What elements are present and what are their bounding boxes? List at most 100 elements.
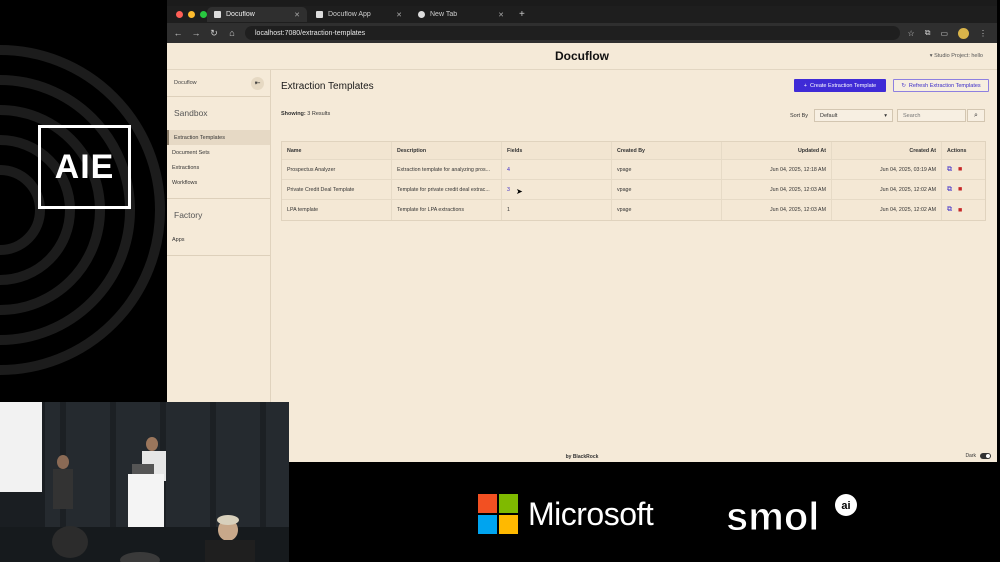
minimize-window-button[interactable] xyxy=(188,11,195,18)
cell-created-by: vpage xyxy=(612,200,722,220)
delete-trash-icon[interactable]: ■ xyxy=(958,166,962,173)
sidebar: Docuflow ⇤ Sandbox Extraction Templates … xyxy=(167,70,271,452)
search-icon: ⌕ xyxy=(974,111,978,119)
cell-description: Template for LPA extractions xyxy=(392,200,502,220)
cell-actions: ⧉ ■ xyxy=(942,180,987,199)
collapse-sidebar-icon[interactable]: ⇤ xyxy=(251,76,264,90)
profile-avatar[interactable] xyxy=(958,27,969,39)
table-row[interactable]: LPA template Template for LPA extraction… xyxy=(282,200,985,220)
smol-wordmark: smol xyxy=(726,495,819,539)
search-button[interactable]: ⌕ xyxy=(967,109,985,122)
column-header-description[interactable]: Description xyxy=(392,142,502,159)
column-header-created-by[interactable]: Created By xyxy=(612,142,722,159)
microsoft-sponsor-logo: Microsoft xyxy=(478,494,654,534)
table-row[interactable]: Private Credit Deal Template Template fo… xyxy=(282,180,985,200)
search-input[interactable] xyxy=(897,109,966,122)
cell-actions: ⧉ ■ xyxy=(942,160,987,179)
delete-trash-icon[interactable]: ■ xyxy=(958,186,962,193)
home-icon[interactable]: ⌂ xyxy=(227,28,237,38)
delete-trash-icon[interactable]: ■ xyxy=(958,207,962,214)
tab-close-icon[interactable]: ✕ xyxy=(396,11,402,19)
results-count: Showing: 3 Results xyxy=(281,111,330,117)
chrome-favicon-icon xyxy=(418,11,425,18)
background-rings-decoration xyxy=(0,45,165,375)
showing-value: 3 Results xyxy=(307,111,331,117)
close-window-button[interactable] xyxy=(176,11,183,18)
reload-icon[interactable]: ↻ xyxy=(209,28,219,39)
sidebar-item-extractions[interactable]: Extractions xyxy=(167,160,270,175)
sort-by-label: Sort By xyxy=(790,113,809,119)
app-body: Docuflow ⇤ Sandbox Extraction Templates … xyxy=(167,70,997,452)
tab-close-icon[interactable]: ✕ xyxy=(294,11,300,19)
column-header-fields[interactable]: Fields xyxy=(502,142,612,159)
sidebar-item-workflows[interactable]: Workflows xyxy=(167,175,270,190)
microsoft-grid-icon xyxy=(478,494,518,534)
sidebar-item-apps[interactable]: Apps xyxy=(167,232,270,247)
studio-project-label: Studio Project: hello xyxy=(934,53,983,59)
sort-by-select[interactable]: Default ▾ xyxy=(814,109,893,122)
browser-toolbar: ← → ↻ ⌂ localhost:7080/extraction-templa… xyxy=(167,23,997,43)
open-external-icon[interactable]: ⧉ xyxy=(947,206,952,214)
cell-created-by: vpage xyxy=(612,180,722,199)
sort-by-value: Default xyxy=(820,112,838,119)
cell-fields[interactable]: 1 xyxy=(502,200,612,220)
studio-project-selector[interactable]: ▾ Studio Project: hello xyxy=(930,53,983,59)
footer-credit: by BlackRock xyxy=(565,454,599,460)
maximize-window-button[interactable] xyxy=(200,11,207,18)
extensions-icon[interactable]: ⧉ xyxy=(925,28,931,38)
more-menu-icon[interactable]: ⋮ xyxy=(979,29,987,38)
sidebar-section-factory: Factory xyxy=(174,210,203,220)
tab-label: Docuflow App xyxy=(328,11,371,18)
showing-label: Showing: xyxy=(281,111,306,117)
column-header-actions: Actions xyxy=(947,147,967,154)
speaker-webcam-feed xyxy=(0,402,289,562)
templates-table: Name Description Fields Created By Updat… xyxy=(281,141,986,221)
sidebar-brand-label: Docuflow xyxy=(174,80,197,86)
new-tab-plus-icon[interactable]: + xyxy=(513,9,531,20)
docuflow-favicon-icon xyxy=(316,11,323,18)
aie-event-logo: AIE xyxy=(38,125,131,209)
dark-mode-label: Dark xyxy=(965,453,976,459)
sidebar-divider xyxy=(167,255,270,256)
bookmark-star-icon[interactable]: ☆ xyxy=(908,29,915,38)
refresh-extraction-templates-button[interactable]: ↻ Refresh Extraction Templates xyxy=(893,79,989,92)
create-button-label: Create Extraction Template xyxy=(809,82,877,89)
sidebar-item-extraction-templates[interactable]: Extraction Templates xyxy=(167,130,270,145)
column-header-name[interactable]: Name xyxy=(282,142,392,159)
cell-name: Prospectus Analyzer xyxy=(282,160,392,179)
sidepanel-icon[interactable]: ▭ xyxy=(940,29,948,38)
open-external-icon[interactable]: ⧉ xyxy=(947,186,952,194)
tab-label: Docuflow xyxy=(226,11,255,18)
cell-name: LPA template xyxy=(282,200,392,220)
browser-tab-new-tab[interactable]: New Tab ✕ xyxy=(411,7,511,22)
plus-icon: + xyxy=(803,82,807,89)
url-text: localhost:7080/extraction-templates xyxy=(255,29,366,37)
tab-close-icon[interactable]: ✕ xyxy=(498,11,504,19)
open-external-icon[interactable]: ⧉ xyxy=(947,166,952,174)
chevron-down-icon: ▾ xyxy=(884,112,887,119)
forward-arrow-icon[interactable]: → xyxy=(191,28,201,38)
docuflow-favicon-icon xyxy=(214,11,221,18)
cell-updated-at: Jun 04, 2025, 12:03 AM xyxy=(722,180,832,199)
create-extraction-template-button[interactable]: + Create Extraction Template xyxy=(794,79,886,92)
presentation-frame: AIE Docuflow ✕ Docuflow App ✕ New Tab ✕ … xyxy=(0,0,1000,562)
address-bar[interactable]: localhost:7080/extraction-templates xyxy=(245,26,900,40)
back-arrow-icon[interactable]: ← xyxy=(173,28,183,38)
browser-tab-docuflow[interactable]: Docuflow ✕ xyxy=(207,7,307,22)
dark-mode-toggle[interactable]: Dark xyxy=(965,453,991,459)
refresh-icon: ↻ xyxy=(901,82,906,89)
sidebar-item-document-sets[interactable]: Document Sets xyxy=(167,145,270,160)
cell-updated-at: Jun 04, 2025, 12:03 AM xyxy=(722,200,832,220)
cell-created-by: vpage xyxy=(612,160,722,179)
cell-description: Extraction template for analyzing pros..… xyxy=(392,160,502,179)
cell-name: Private Credit Deal Template xyxy=(282,180,392,199)
column-header-updated-at[interactable]: Updated At xyxy=(722,142,832,159)
column-header-created-at[interactable]: Created At xyxy=(832,142,942,159)
window-controls xyxy=(176,11,207,18)
table-row[interactable]: Prospectus Analyzer Extraction template … xyxy=(282,160,985,180)
browser-tab-docuflow-app[interactable]: Docuflow App ✕ xyxy=(309,7,409,22)
cell-created-at: Jun 04, 2025, 03:19 AM xyxy=(832,160,942,179)
cell-actions: ⧉ ■ xyxy=(942,200,987,220)
cell-fields[interactable]: 4 xyxy=(502,160,612,179)
app-footer: by BlackRock Dark xyxy=(167,452,997,462)
